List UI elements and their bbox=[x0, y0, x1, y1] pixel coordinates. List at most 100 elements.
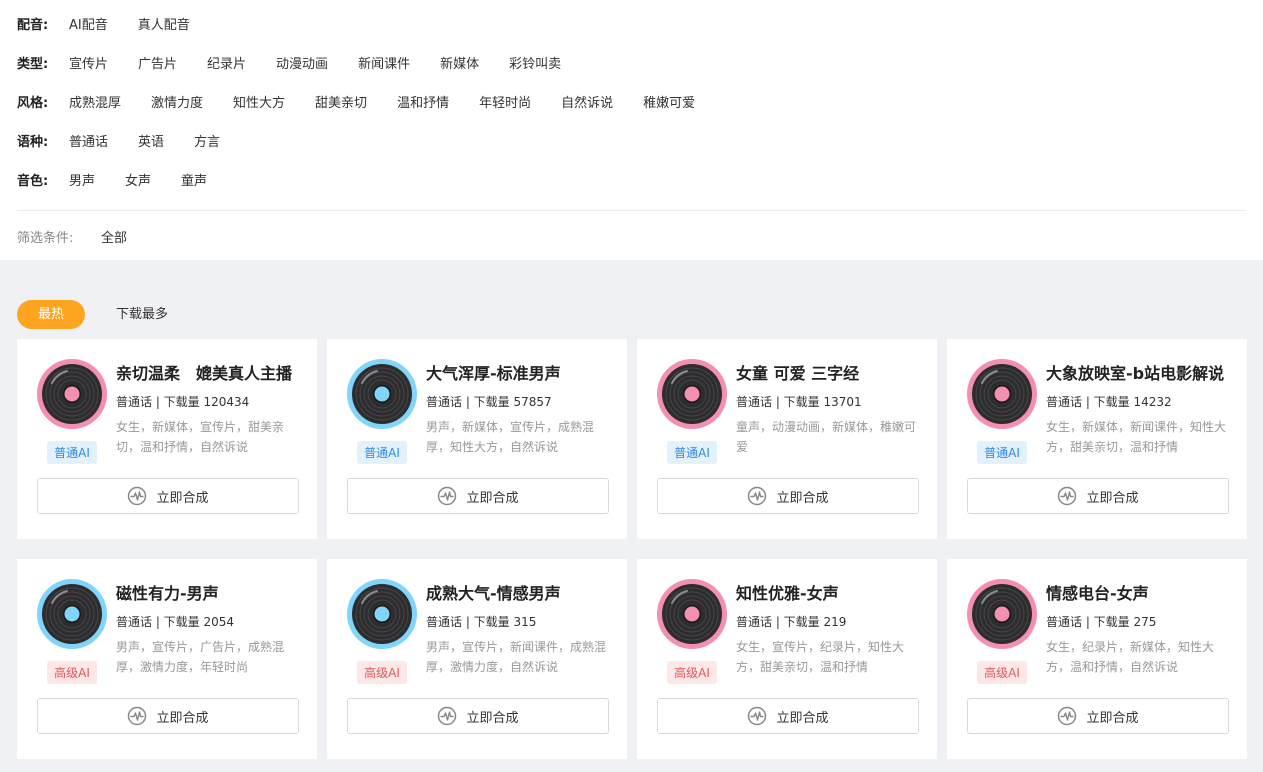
filter-option[interactable]: 自然诉说 bbox=[561, 92, 613, 111]
filter-row: 语种: 普通话 英语 方言 bbox=[17, 121, 1246, 160]
sort-hottest-button[interactable]: 最热 bbox=[17, 300, 86, 329]
filter-option[interactable]: 女声 bbox=[125, 170, 151, 189]
synthesize-label: 立即合成 bbox=[466, 490, 519, 506]
synthesize-button[interactable]: 立即合成 bbox=[967, 698, 1229, 734]
synthesize-button[interactable]: 立即合成 bbox=[347, 478, 609, 514]
waveform-icon bbox=[1057, 706, 1077, 726]
voice-card-left: 高级AI bbox=[657, 579, 727, 684]
synthesize-button[interactable]: 立即合成 bbox=[37, 698, 299, 734]
voice-card-body: 高级AI 情感电台-女声普通话 | 下载量 275 女生，纪录片，新媒体，知性大方，… bbox=[967, 579, 1227, 684]
voice-title[interactable]: 大象放映室-b站电影解说 bbox=[1046, 360, 1227, 384]
filter-row: 风格: 成熟混厚 激情力度 知性大方 甜美亲切 温和抒情 年轻时尚 自然诉说 稚嫩可爱 bbox=[17, 82, 1246, 121]
filter-option[interactable]: 男声 bbox=[69, 170, 95, 189]
filter-option[interactable]: 真人配音 bbox=[138, 14, 190, 33]
vinyl-record-icon bbox=[967, 579, 1037, 649]
filter-option[interactable]: 新媒体 bbox=[440, 53, 479, 72]
sort-most-downloaded-button[interactable]: 下载最多 bbox=[95, 300, 189, 329]
voice-meta: 普通话 | 下载量 219 bbox=[736, 615, 847, 629]
voice-card-left: 普通AI bbox=[347, 359, 417, 464]
voice-card-grid: 普通AI 亲切温柔 媲美真人主播 普通话 | 下载量 120434 女生，新媒体，宣传… bbox=[0, 339, 1263, 759]
filter-option[interactable]: 成熟混厚 bbox=[69, 92, 121, 111]
voice-meta: 普通话 | 下载量 315 bbox=[426, 615, 537, 629]
voice-card-body: 高级AI 知性优雅-女声普通话 | 下载量 219 女生，宣传片，纪录片，知性大方，… bbox=[657, 579, 917, 684]
voice-card-body: 普通AI 大象放映室-b站电影解说 普通话 | 下载量 14232 女生，新媒体，新闻… bbox=[967, 359, 1227, 464]
voice-tier-badge: 普通AI bbox=[667, 441, 717, 464]
filter-option[interactable]: AI配音 bbox=[69, 14, 108, 33]
voice-title[interactable]: 磁性有力-男声 bbox=[116, 580, 297, 604]
filter-option[interactable]: 动漫动画 bbox=[276, 53, 328, 72]
synthesize-button[interactable]: 立即合成 bbox=[967, 478, 1229, 514]
voice-card-info: 情感电台-女声普通话 | 下载量 275 女生，纪录片，新媒体，知性大方，温和抒情… bbox=[1046, 579, 1227, 684]
voice-card-body: 普通AI 亲切温柔 媲美真人主播 普通话 | 下载量 120434 女生，新媒体，宣传… bbox=[37, 359, 297, 464]
filter-option[interactable]: 普通话 bbox=[69, 131, 108, 150]
voice-card-info: 大象放映室-b站电影解说 普通话 | 下载量 14232 女生，新媒体，新闻课件，知… bbox=[1046, 359, 1227, 464]
synthesize-label: 立即合成 bbox=[776, 710, 829, 726]
waveform-icon bbox=[1057, 486, 1077, 506]
voice-tags: 男声，宣传片，广告片，成熟混厚，激情力度，年轻时尚 bbox=[116, 640, 285, 674]
filter-option[interactable]: 童声 bbox=[181, 170, 207, 189]
voice-title[interactable]: 情感电台-女声 bbox=[1046, 580, 1227, 604]
voice-card: 普通AI 大气浑厚-标准男声 普通话 | 下载量 57857 男声，新媒体，宣传片，成… bbox=[327, 339, 627, 539]
filter-option[interactable]: 温和抒情 bbox=[397, 92, 449, 111]
filter-option[interactable]: 激情力度 bbox=[151, 92, 203, 111]
voice-card-left: 普通AI bbox=[967, 359, 1037, 464]
voice-tier-badge: 高级AI bbox=[977, 661, 1027, 684]
filter-option[interactable]: 稚嫩可爱 bbox=[643, 92, 695, 111]
filter-row-label: 语种: bbox=[17, 135, 49, 150]
voice-card: 普通AI 大象放映室-b站电影解说 普通话 | 下载量 14232 女生，新媒体，新闻… bbox=[947, 339, 1247, 539]
filter-option[interactable]: 宣传片 bbox=[69, 53, 108, 72]
voice-tier-badge: 普通AI bbox=[47, 441, 97, 464]
voice-card: 普通AI 亲切温柔 媲美真人主播 普通话 | 下载量 120434 女生，新媒体，宣传… bbox=[17, 339, 317, 539]
synthesize-button[interactable]: 立即合成 bbox=[347, 698, 609, 734]
filter-option[interactable]: 彩铃叫卖 bbox=[509, 53, 561, 72]
filter-option[interactable]: 甜美亲切 bbox=[315, 92, 367, 111]
filter-row-label: 类型: bbox=[17, 57, 49, 72]
vinyl-record-icon bbox=[347, 359, 417, 429]
voice-card-info: 成熟大气-情感男声普通话 | 下载量 315 男声，宣传片，新闻课件，成熟混厚，激… bbox=[426, 579, 607, 684]
voice-tags: 童声，动漫动画，新媒体，稚嫩可爱 bbox=[736, 420, 917, 454]
voice-card-body: 高级AI 磁性有力-男声 普通话 | 下载量 2054 男声，宣传片，广告片，成熟混厚… bbox=[37, 579, 297, 684]
voice-tags: 男声，宣传片，新闻课件，成熟混厚，激情力度，自然诉说 bbox=[426, 640, 607, 674]
voice-title[interactable]: 大气浑厚-标准男声 bbox=[426, 360, 607, 384]
filter-conditions-value[interactable]: 全部 bbox=[101, 227, 127, 246]
filter-rows: 配音: AI配音 真人配音 类型: 宣传片 广告片 纪录片 动漫动画 新闻课件 新媒体 彩铃叫卖 风格… bbox=[17, 4, 1246, 199]
voice-card-info: 磁性有力-男声普通话 | 下载量 2054 男声，宣传片，广告片，成熟混厚，激情力… bbox=[116, 579, 297, 684]
filter-option[interactable]: 广告片 bbox=[138, 53, 177, 72]
vinyl-record-icon bbox=[967, 359, 1037, 429]
filter-option[interactable]: 新闻课件 bbox=[358, 53, 410, 72]
voice-tier-badge: 普通AI bbox=[357, 441, 407, 464]
vinyl-record-icon bbox=[37, 579, 107, 649]
filter-option[interactable]: 方言 bbox=[194, 131, 220, 150]
filter-option[interactable]: 纪录片 bbox=[207, 53, 246, 72]
filter-option[interactable]: 年轻时尚 bbox=[479, 92, 531, 111]
voice-title[interactable]: 亲切温柔 媲美真人主播 bbox=[116, 360, 297, 384]
voice-meta: 普通话 | 下载量 275 bbox=[1046, 615, 1157, 629]
filter-row: 类型: 宣传片 广告片 纪录片 动漫动画 新闻课件 新媒体 彩铃叫卖 bbox=[17, 43, 1246, 82]
waveform-icon bbox=[127, 706, 147, 726]
synthesize-button[interactable]: 立即合成 bbox=[657, 478, 919, 514]
synthesize-label: 立即合成 bbox=[156, 490, 209, 506]
sort-bar: 最热 下载最多 bbox=[0, 260, 1263, 339]
voice-card-left: 高级AI bbox=[347, 579, 417, 684]
filter-option[interactable]: 英语 bbox=[138, 131, 164, 150]
voice-meta: 普通话 | 下载量 14232 bbox=[1046, 395, 1172, 409]
synthesize-button[interactable]: 立即合成 bbox=[657, 698, 919, 734]
voice-tags: 女生，宣传片，纪录片，知性大方，甜美亲切，温和抒情 bbox=[736, 640, 905, 674]
voice-title[interactable]: 女童 可爱 三字经 bbox=[736, 360, 917, 384]
voice-tags: 女生，纪录片，新媒体，知性大方，温和抒情，自然诉说 bbox=[1046, 640, 1215, 674]
filter-option[interactable]: 知性大方 bbox=[233, 92, 285, 111]
filter-row-label: 风格: bbox=[17, 96, 49, 111]
vinyl-record-icon bbox=[347, 579, 417, 649]
synthesize-label: 立即合成 bbox=[1086, 710, 1139, 726]
voice-card-info: 亲切温柔 媲美真人主播 普通话 | 下载量 120434 女生，新媒体，宣传片，甜美… bbox=[116, 359, 297, 464]
voice-card-left: 普通AI bbox=[37, 359, 107, 464]
synthesize-button[interactable]: 立即合成 bbox=[37, 478, 299, 514]
voice-title[interactable]: 成熟大气-情感男声 bbox=[426, 580, 607, 604]
voice-title[interactable]: 知性优雅-女声 bbox=[736, 580, 917, 604]
filter-row-label: 音色: bbox=[17, 174, 49, 189]
vinyl-record-icon bbox=[37, 359, 107, 429]
voice-meta: 普通话 | 下载量 2054 bbox=[116, 615, 235, 629]
voice-meta: 普通话 | 下载量 13701 bbox=[736, 395, 862, 409]
synthesize-label: 立即合成 bbox=[776, 490, 829, 506]
voice-card: 高级AI 情感电台-女声普通话 | 下载量 275 女生，纪录片，新媒体，知性大方，… bbox=[947, 559, 1247, 759]
